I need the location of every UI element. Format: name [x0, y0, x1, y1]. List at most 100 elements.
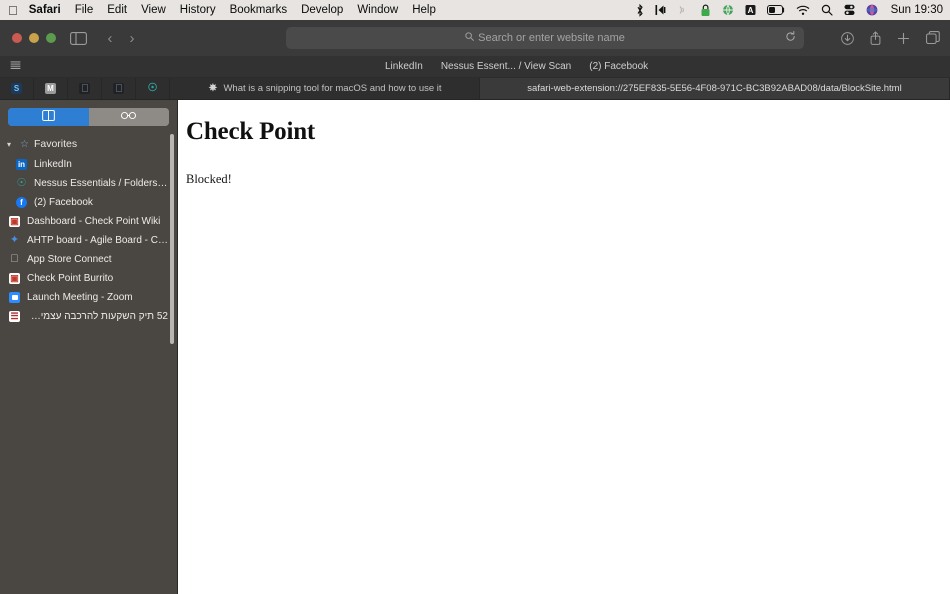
airdrop-icon[interactable]	[677, 4, 689, 16]
sidebar-item-label: Nessus Essentials / Folders / View...	[34, 178, 168, 189]
sidebar-item-label: Check Point Burrito	[27, 273, 114, 284]
spotlight-search-icon[interactable]	[821, 4, 833, 16]
favorites-bar-item-linkedin[interactable]: LinkedIn	[385, 61, 423, 72]
tab-dark-app-1[interactable]	[68, 78, 102, 99]
sidebar-group-favorites[interactable]: ▾ ☆ Favorites	[0, 132, 177, 155]
address-placeholder-group: Search or enter website name	[465, 32, 625, 44]
menu-item-history[interactable]: History	[180, 4, 216, 16]
search-icon	[465, 32, 474, 44]
tab-strip: S M ☉ ✵ What is a snipping tool for macO…	[0, 78, 950, 100]
address-input-placeholder: Search or enter website name	[478, 32, 625, 44]
siri-icon[interactable]	[866, 4, 878, 16]
sidebar-item-facebook[interactable]: f (2) Facebook	[0, 193, 177, 212]
menu-item-file[interactable]: File	[75, 4, 94, 16]
menu-bar-status-items: A Sun 19:30	[636, 0, 943, 20]
tab-dark-app-2[interactable]	[102, 78, 136, 99]
safari-toolbar: ‹ › Search or enter website name	[0, 20, 950, 56]
reload-icon[interactable]	[785, 31, 796, 45]
tab-blocksite-active[interactable]: safari-web-extension://275EF835-5E56-4F0…	[480, 78, 950, 99]
menu-item-window[interactable]: Window	[357, 4, 398, 16]
sidebar-group-label: Favorites	[33, 138, 78, 150]
favorites-bar-items: LinkedIn Nessus Essent... / View Scan (2…	[385, 61, 648, 72]
bookmarks-list-icon[interactable]	[10, 60, 21, 73]
sidebar-tab-bookmarks[interactable]	[8, 108, 89, 126]
sidebar-item-ahtp-board[interactable]: ✦ AHTP board - Agile Board - Check Po...	[0, 231, 177, 250]
linkedin-icon: in	[16, 159, 27, 170]
tab-snipping-tool[interactable]: ✵ What is a snipping tool for macOS and …	[170, 78, 480, 99]
macos-menu-bar:  Safari File Edit View History Bookmark…	[0, 0, 950, 20]
tab-monday[interactable]: M	[34, 78, 68, 99]
zoom-icon	[9, 292, 20, 303]
menu-items: Safari File Edit View History Bookmarks …	[29, 4, 436, 16]
share-icon[interactable]	[870, 31, 881, 45]
wifi-icon[interactable]	[796, 5, 810, 16]
confluence-icon: ▣	[9, 216, 20, 227]
sidebar-item-launch-meeting-zoom[interactable]: Launch Meeting - Zoom	[0, 288, 177, 307]
control-center-icon[interactable]	[844, 4, 855, 16]
web-page-content: Check Point Blocked!	[178, 100, 950, 594]
back-button[interactable]: ‹	[101, 30, 119, 47]
tab-nessus[interactable]: ☉	[136, 78, 170, 99]
jira-icon: ✦	[9, 234, 20, 246]
facebook-icon: f	[16, 197, 27, 208]
sidebar-item-label: App Store Connect	[27, 254, 112, 265]
sidebar-item-label: 25 תיק השקעות להרכבה עצמית - הסו...	[27, 311, 168, 322]
svg-text:A: A	[747, 6, 753, 15]
battery-icon[interactable]	[766, 5, 785, 15]
menu-item-edit[interactable]: Edit	[107, 4, 127, 16]
sidebar-scrollbar[interactable]	[170, 134, 174, 344]
input-source-icon[interactable]: A	[745, 4, 756, 16]
globe-icon[interactable]	[722, 4, 734, 16]
menu-item-view[interactable]: View	[141, 4, 166, 16]
navigation-buttons: ‹ ›	[101, 30, 141, 47]
nessus-icon: ☉	[16, 177, 27, 189]
page-body-text: Blocked!	[186, 172, 232, 186]
tab-skype[interactable]: S	[0, 78, 34, 99]
tab-overview-icon[interactable]	[926, 31, 940, 45]
glasses-icon	[120, 111, 137, 123]
sidebar-item-nessus[interactable]: ☉ Nessus Essentials / Folders / View...	[0, 174, 177, 193]
favorites-bar: LinkedIn Nessus Essent... / View Scan (2…	[0, 56, 950, 78]
menu-item-help[interactable]: Help	[412, 4, 436, 16]
safari-window: ‹ › Search or enter website name LinkedI…	[0, 20, 950, 594]
downloads-icon[interactable]	[841, 31, 854, 45]
nessus-favicon: ☉	[147, 82, 158, 94]
skype-favicon: S	[11, 83, 22, 94]
sidebar-item-hebrew-article[interactable]: ☰ 25 תיק השקעות להרכבה עצמית - הסו...	[0, 307, 177, 326]
content-area: ▾ ☆ Favorites in LinkedIn ☉ Nessus Essen…	[0, 100, 950, 594]
keyboard-brightness-icon[interactable]	[655, 4, 666, 16]
bookmarks-sidebar: ▾ ☆ Favorites in LinkedIn ☉ Nessus Essen…	[0, 100, 178, 594]
burrito-icon: ▣	[9, 273, 20, 284]
address-bar[interactable]: Search or enter website name	[286, 27, 804, 49]
menu-bar-clock[interactable]: Sun 19:30	[891, 4, 943, 16]
sidebar-item-checkpoint-wiki[interactable]: ▣ Dashboard - Check Point Wiki	[0, 212, 177, 231]
sidebar-item-linkedin[interactable]: in LinkedIn	[0, 155, 177, 174]
menu-item-develop[interactable]: Develop	[301, 4, 343, 16]
close-window-button[interactable]	[12, 33, 22, 43]
sidebar-item-label: LinkedIn	[34, 159, 72, 170]
sidebar-segmented-control	[8, 108, 169, 126]
star-icon: ☆	[20, 138, 29, 150]
apple-menu-icon[interactable]: 	[8, 4, 18, 17]
sidebar-tab-reading-list[interactable]	[88, 108, 169, 126]
apple-icon: 	[9, 254, 20, 265]
sidebar-item-app-store-connect[interactable]:  App Store Connect	[0, 250, 177, 269]
menu-item-bookmarks[interactable]: Bookmarks	[230, 4, 288, 16]
sidebar-item-checkpoint-burrito[interactable]: ▣ Check Point Burrito	[0, 269, 177, 288]
sidebar-item-label: AHTP board - Agile Board - Check Po...	[27, 235, 168, 246]
security-lock-icon[interactable]	[700, 4, 711, 17]
monday-favicon: M	[45, 83, 56, 94]
tab-title: What is a snipping tool for macOS and ho…	[223, 83, 442, 94]
forward-button[interactable]: ›	[123, 30, 141, 47]
page-title: Check Point	[186, 118, 316, 145]
favorites-bar-item-nessus[interactable]: Nessus Essent... / View Scan	[441, 61, 571, 72]
tab-title: safari-web-extension://275EF835-5E56-4F0…	[527, 83, 902, 94]
sidebar-toggle-icon[interactable]	[70, 31, 87, 45]
chevron-down-icon[interactable]: ▾	[7, 140, 15, 149]
minimize-window-button[interactable]	[29, 33, 39, 43]
bluetooth-icon[interactable]	[636, 3, 644, 17]
new-tab-icon[interactable]	[897, 32, 910, 45]
favorites-bar-item-facebook[interactable]: (2) Facebook	[589, 61, 648, 72]
zoom-window-button[interactable]	[46, 33, 56, 43]
menu-item-safari[interactable]: Safari	[29, 4, 61, 16]
